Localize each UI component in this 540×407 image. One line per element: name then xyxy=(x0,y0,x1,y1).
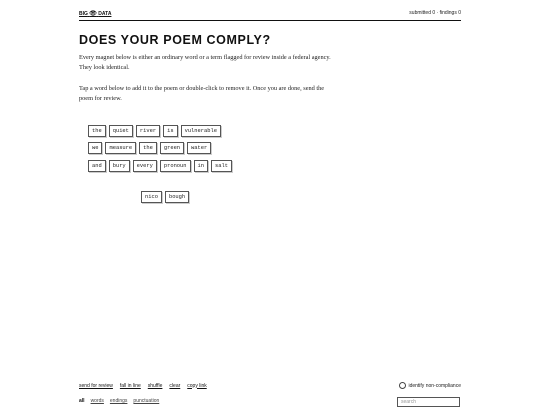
word-magnet[interactable]: green xyxy=(159,142,185,154)
word-magnet[interactable]: bury xyxy=(108,160,130,172)
brand-suffix: DATA xyxy=(98,10,112,17)
magnet-row: the quiet river is vulnerable xyxy=(88,125,221,137)
magnet-row: nico bough xyxy=(141,191,190,203)
identify-checkbox[interactable] xyxy=(399,382,407,389)
identify-toggle[interactable]: identify non-compliance xyxy=(399,382,461,389)
word-magnet[interactable]: vulnerable xyxy=(180,125,221,137)
action-links: send for review fall in line shuffle cle… xyxy=(79,383,207,389)
word-magnet[interactable]: in xyxy=(193,160,208,172)
fall-in-line-link[interactable]: fall in line xyxy=(120,383,141,389)
copy-link-link[interactable]: copy link xyxy=(187,383,206,389)
filter-endings[interactable]: endings xyxy=(110,398,128,404)
clear-link[interactable]: clear xyxy=(169,383,180,389)
eye-icon: 👁 xyxy=(89,10,97,17)
word-magnet[interactable]: river xyxy=(135,125,161,137)
brand-label: BIG xyxy=(79,10,88,17)
search-input[interactable] xyxy=(397,397,460,407)
word-magnet[interactable]: the xyxy=(88,125,106,137)
top-bar: BIG 👁 DATA submitted 0 · findings 0 xyxy=(79,6,461,21)
magnet-row: we measure the green water xyxy=(88,142,212,154)
word-magnet[interactable]: pronoun xyxy=(159,160,191,172)
footer-actions: send for review fall in line shuffle cle… xyxy=(79,382,461,389)
description-intro: Every magnet below is either an ordinary… xyxy=(79,54,331,71)
word-magnet[interactable]: water xyxy=(187,142,212,154)
description-instructions: Tap a word below to add it to the poem o… xyxy=(79,85,325,102)
magnet-row: and bury every pronoun in salt xyxy=(88,160,232,172)
identify-label: identify non-compliance xyxy=(408,382,461,389)
word-magnet[interactable]: measure xyxy=(105,142,137,154)
word-magnet[interactable]: every xyxy=(132,160,157,172)
filter-punctuation[interactable]: punctuation xyxy=(133,398,159,404)
filter-tabs: all words endings punctuation xyxy=(79,398,159,404)
word-magnet[interactable]: bough xyxy=(164,191,190,203)
filter-all[interactable]: all xyxy=(79,398,85,404)
page-title: DOES YOUR POEM COMPLY? xyxy=(79,33,271,47)
word-magnet[interactable]: quiet xyxy=(108,125,133,137)
word-magnet[interactable]: the xyxy=(139,142,157,154)
filter-words[interactable]: words xyxy=(91,398,104,404)
brand-link[interactable]: BIG 👁 DATA xyxy=(79,10,111,17)
submission-counts: submitted 0 · findings 0 xyxy=(409,10,461,16)
word-magnet[interactable]: is xyxy=(163,125,178,137)
word-magnet[interactable]: nico xyxy=(141,191,162,203)
send-for-review-link[interactable]: send for review xyxy=(79,383,113,389)
word-magnet[interactable]: we xyxy=(88,142,103,154)
word-magnet[interactable]: and xyxy=(88,160,106,172)
shuffle-link[interactable]: shuffle xyxy=(148,383,163,389)
word-magnet[interactable]: salt xyxy=(211,160,232,172)
